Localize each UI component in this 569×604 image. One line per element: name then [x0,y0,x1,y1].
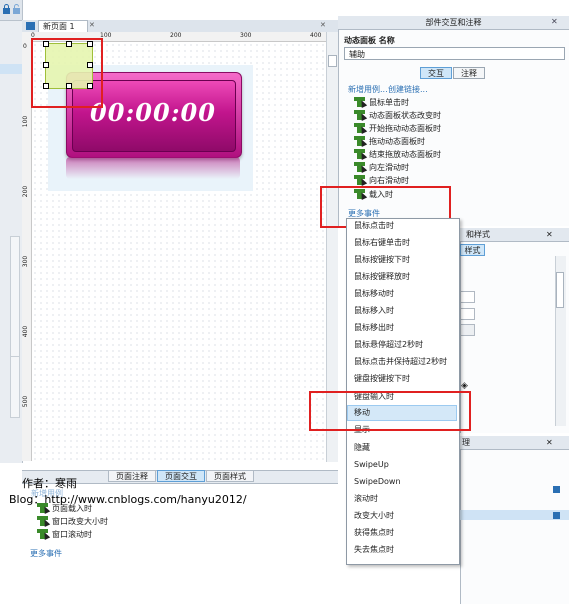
menu-item[interactable]: 鼠标按键按下时 [354,252,454,268]
annotation-highlight-box [31,38,103,108]
tab-new-page[interactable]: 新页面 1 [38,20,88,32]
menu-item[interactable]: 鼠标点击并保持超过2秒时 [354,354,454,370]
page-more-events-link[interactable]: 更多事件 [30,548,62,559]
menu-item[interactable]: 鼠标移入时 [354,303,454,319]
style-panel [460,228,569,433]
widget-name-input[interactable]: 辅助 [344,47,565,60]
interaction-panel-title: 部件交互和注释 [338,16,569,30]
menu-item[interactable]: 键盘按键按下时 [354,371,454,387]
clock-reflection [66,157,240,179]
bottom-right-panel [460,436,569,604]
author-caption: 作者：寒雨 [22,477,77,490]
style-field[interactable] [460,291,475,303]
menu-item[interactable]: 失去焦点时 [354,542,454,558]
page-event-item[interactable]: 窗口改变大小时 [52,516,108,527]
tab-close-icon[interactable]: ✕ [89,21,95,29]
paint-bucket-icon[interactable]: ◈ [461,381,471,391]
widget-event-item[interactable]: 拖动动态面板时 [369,136,425,147]
tab-page-interactions[interactable]: 页面交互 [157,470,205,482]
create-link-link[interactable]: 创建链接... [388,84,428,95]
left-scrollbar-lower[interactable] [10,356,20,418]
widget-event-item[interactable]: 结束拖放动态面板时 [369,149,441,160]
menu-item[interactable]: SwipeDown [354,474,454,490]
tab-page-notes[interactable]: 页面注释 [108,470,156,482]
style-field[interactable] [460,308,475,320]
tab-new-page-label: 新页面 1 [43,22,75,31]
tab-style[interactable]: 样式 [460,244,485,256]
page-event-item[interactable]: 窗口滚动时 [52,529,92,540]
lock-icon[interactable] [2,4,11,15]
menu-item[interactable]: 滚动时 [354,491,454,507]
widget-event-item[interactable]: 鼠标单击时 [369,97,409,108]
item-icon[interactable] [553,486,560,493]
tab-label: 注释 [461,69,477,78]
style-panel-title: 和样式 ✕ [460,228,569,242]
item-icon[interactable] [553,512,560,519]
event-icon [354,149,368,160]
tab-label: 页面注释 [116,472,148,481]
canvas-close-icon[interactable]: ✕ [320,21,326,29]
style-field[interactable] [460,324,475,336]
menu-item[interactable]: 鼠标点击时 [354,218,454,234]
event-icon [354,110,368,121]
ruler-left-label: 200 [22,185,30,198]
ruler-left-label: 0 [23,43,27,50]
widget-event-item[interactable]: 开始拖动动态面板时 [369,123,441,134]
menu-item[interactable]: 鼠标悬停超过2秒时 [354,337,454,353]
ruler-left-label: 400 [22,325,30,338]
style-panel-title-text: 和样式 [466,230,490,239]
menu-item[interactable]: 获得焦点时 [354,525,454,541]
tab-label: 样式 [464,246,481,255]
menu-item[interactable]: 鼠标移出时 [354,320,454,336]
panel-close-icon[interactable]: ✕ [551,17,558,26]
home-icon[interactable] [26,22,35,30]
tab-notes[interactable]: 注释 [453,67,485,79]
tab-label: 页面交互 [165,472,197,481]
bottom-right-panel-title: 理 ✕ [460,436,569,450]
left-toolbar [0,0,22,21]
new-case-link[interactable]: 新增用例... [348,84,388,95]
widget-event-item[interactable]: 动态面板状态改变时 [369,110,441,121]
menu-item[interactable]: 鼠标移动时 [354,286,454,302]
left-scrollbar[interactable] [10,236,20,358]
menu-item[interactable]: 隐藏 [354,440,454,456]
menu-item[interactable]: SwipeUp [354,457,454,473]
bottom-right-title-text: 理 [462,438,470,447]
event-icon [354,136,368,147]
event-icon [354,175,368,186]
widget-event-item[interactable]: 向左滑动时 [369,162,409,173]
widget-name-label: 动态面板 名称 [344,36,395,45]
ruler-left-label: 500 [22,395,30,408]
ruler-top-label: 200 [170,32,182,39]
event-icon [354,123,368,134]
menu-item[interactable]: 鼠标右键单击时 [354,235,454,251]
widget-event-item[interactable]: 向右滑动时 [369,175,409,186]
event-icon [37,516,51,527]
tab-page-style[interactable]: 页面样式 [206,470,254,482]
panel-close-icon[interactable]: ✕ [546,228,553,241]
page-event-item[interactable]: 页面载入时 [52,503,92,514]
tab-label: 交互 [428,69,444,78]
event-icon [354,162,368,173]
left-selected-row[interactable] [0,64,22,74]
event-icon [354,97,368,108]
tab-interactions[interactable]: 交互 [420,67,452,79]
ruler-top-label: 400 [310,32,322,39]
menu-item[interactable]: 鼠标按键释放时 [354,269,454,285]
ruler-left-label: 100 [22,115,30,128]
ruler-top-label: 300 [240,32,252,39]
ruler-left-label: 300 [22,255,30,268]
style-panel-scroll-thumb[interactable] [556,272,564,308]
canvas-scroll-thumb[interactable] [328,55,337,67]
unlock-icon[interactable] [12,4,21,15]
annotation-highlight-box [309,391,471,431]
tab-label: 页面样式 [214,472,246,481]
panel-close-icon[interactable]: ✕ [546,436,553,449]
event-icon [37,529,51,540]
event-icon [37,503,51,514]
menu-item[interactable]: 改变大小时 [354,508,454,524]
